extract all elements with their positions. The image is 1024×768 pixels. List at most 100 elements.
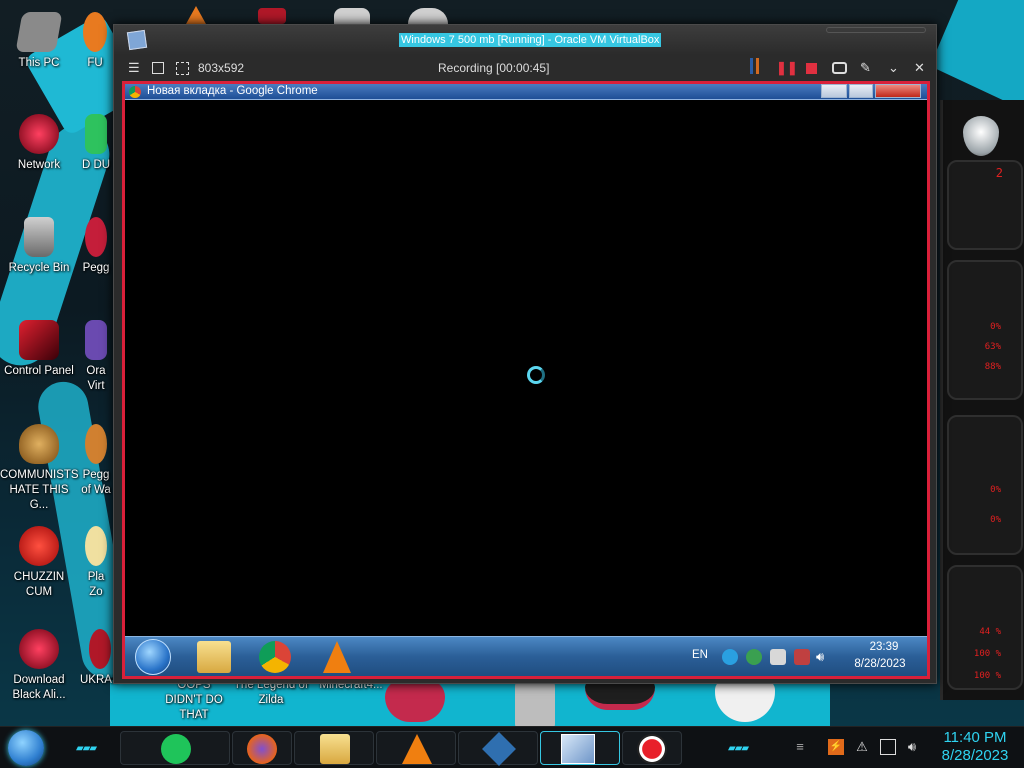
vlc-icon[interactable] xyxy=(402,734,432,764)
camera-icon[interactable] xyxy=(832,62,847,74)
desktop-icon-network[interactable]: Network xyxy=(0,114,78,173)
desktop-icon-label: Ora Virt xyxy=(86,365,106,392)
pause-icon[interactable]: ❚❚ xyxy=(776,60,798,76)
record-icon[interactable] xyxy=(637,734,667,764)
chrome-window-title: Новая вкладка - Google Chrome xyxy=(147,85,318,97)
gadget-panel: 0% 0% xyxy=(947,415,1023,555)
decor-dashes: ▰▰▰ xyxy=(76,743,97,754)
desktop-icon-label: Pegg xyxy=(82,262,110,274)
desktop-icon-partial[interactable]: Pegg xyxy=(80,217,112,276)
network-status-icon[interactable] xyxy=(794,649,810,665)
wallpaper-figure xyxy=(515,680,555,730)
virtualbox-window[interactable]: Windows 7 500 mb [Running] - Oracle VM V… xyxy=(113,24,937,684)
app-icon xyxy=(258,8,286,24)
desktop-icon-partial[interactable]: FU xyxy=(78,12,112,71)
firefox-icon[interactable] xyxy=(247,734,277,764)
vlc-icon xyxy=(186,6,206,24)
desktop-icon-this-pc[interactable]: This PC xyxy=(0,12,78,71)
network-icon[interactable] xyxy=(880,739,896,755)
gadget-readout: 2 xyxy=(995,166,1003,180)
menu-icon[interactable]: ☰ xyxy=(128,60,140,76)
host-clock-time: 11:40 PM xyxy=(943,729,1007,746)
taskbar-dock xyxy=(376,731,456,765)
start-button[interactable] xyxy=(8,730,44,766)
desktop-icon-recycle-bin[interactable]: Recycle Bin xyxy=(0,217,78,276)
guest-clock-date[interactable]: 8/28/2023 xyxy=(840,658,920,670)
gadget-panel: 2 xyxy=(947,160,1023,250)
taskbar-dock xyxy=(458,731,538,766)
fullscreen-icon[interactable] xyxy=(152,62,164,74)
resolution-label: 803x592 xyxy=(198,61,245,75)
guest-screen[interactable]: Новая вкладка - Google Chrome EN 🔊︎ 23:3… xyxy=(125,84,927,676)
pen-icon[interactable]: ✎ xyxy=(860,60,871,76)
desktop-icon-label: Download Black Ali... xyxy=(12,674,66,701)
chrome-titlebar[interactable]: Новая вкладка - Google Chrome xyxy=(125,84,927,100)
desktop-icon-label: Pegg of Wa xyxy=(81,469,111,496)
skype-icon[interactable] xyxy=(722,649,738,665)
titlebar-grip xyxy=(826,27,926,33)
host-clock[interactable]: 11:40 PM 8/28/2023 xyxy=(930,729,1020,765)
desktop-icon-partial[interactable]: Pla Zo xyxy=(80,526,112,600)
taskbar-dock xyxy=(294,731,374,765)
file-explorer-icon[interactable] xyxy=(320,734,350,764)
windows-start-button[interactable] xyxy=(135,639,171,675)
wallpaper-corner xyxy=(930,0,1024,110)
maximize-button[interactable] xyxy=(849,84,873,98)
recording-toolbar: ☰ 803x592 Recording [00:00:45] ❚❚ ✎ ⌄ ✕ xyxy=(114,55,936,81)
gadget-readout: 0% xyxy=(990,322,1001,332)
network-icon xyxy=(19,114,59,154)
guest-clock-time[interactable]: 23:39 xyxy=(854,641,914,653)
network-globe-icon[interactable] xyxy=(746,649,762,665)
taskbar-dock xyxy=(120,731,230,765)
stop-icon[interactable] xyxy=(806,63,817,74)
system-monitor-gadget: 2 0% 63% 88% 0% 0% 44 % 100 % 100 % xyxy=(940,100,1024,700)
close-button[interactable] xyxy=(875,84,921,98)
explorer-icon[interactable] xyxy=(197,641,231,673)
app-icon xyxy=(89,629,111,669)
minimize-button[interactable] xyxy=(821,84,847,98)
app-icon xyxy=(408,8,448,24)
stripes-icon: ≡ xyxy=(796,739,804,754)
gadget-readout: 44 % xyxy=(979,627,1001,637)
host-clock-date: 8/28/2023 xyxy=(941,747,1009,764)
vlc-icon[interactable] xyxy=(323,641,351,673)
desktop-icon-communists[interactable]: COMMUNISTS HATE THIS G... xyxy=(0,424,79,513)
close-icon[interactable]: ✕ xyxy=(914,60,925,76)
desktop-icon-download[interactable]: Download Black Ali... xyxy=(0,629,78,703)
desktop-icon-chuzzin[interactable]: CHUZZIN CUM xyxy=(0,526,78,600)
host-taskbar: ▰▰▰ ▰▰▰ ≡ ⚡ ⚠ 🔊︎ 11:40 PM 8/28/2023 xyxy=(0,726,1024,768)
taskbar-dock xyxy=(622,731,682,765)
vm-window-icon[interactable] xyxy=(561,734,595,764)
virtualbox-icon[interactable] xyxy=(482,732,516,766)
region-select-icon[interactable] xyxy=(176,62,189,75)
desktop-icon-control-panel[interactable]: Control Panel xyxy=(0,320,78,379)
desktop-icon-label: Control Panel xyxy=(4,365,74,377)
language-indicator[interactable]: EN xyxy=(692,649,708,661)
volume-icon[interactable]: 🔊︎ xyxy=(904,739,920,755)
chrome-taskbar-icon[interactable] xyxy=(259,641,291,673)
chrome-icon xyxy=(129,86,141,98)
gadget-panel: 0% 63% 88% xyxy=(947,260,1023,400)
desktop-icon-label: CHUZZIN CUM xyxy=(13,571,65,598)
desktop-icon-label: D DU xyxy=(81,159,111,171)
desktop-icon-partial[interactable]: Ora Virt xyxy=(80,320,112,394)
gadget-panel: 44 % 100 % 100 % xyxy=(947,565,1023,690)
taskbar-dock xyxy=(232,731,292,765)
window-titlebar[interactable]: Windows 7 500 mb [Running] - Oracle VM V… xyxy=(114,25,936,55)
guest-system-tray: EN 🔊︎ 23:39 8/28/2023 xyxy=(690,637,920,676)
desktop-icon-label: This PC xyxy=(18,57,60,69)
gadget-readout: 88% xyxy=(984,362,1001,372)
volume-icon[interactable]: 🔊︎ xyxy=(816,649,832,665)
desktop-icon-partial[interactable]: D DU xyxy=(80,114,112,173)
app-icon xyxy=(85,114,107,154)
app-tray-icon[interactable]: ⚡ xyxy=(828,739,844,755)
warning-icon[interactable]: ⚠ xyxy=(854,739,870,755)
wallpaper-figure xyxy=(385,680,445,722)
spotify-icon[interactable] xyxy=(161,734,191,764)
guest-taskbar: EN 🔊︎ 23:39 8/28/2023 xyxy=(125,636,927,676)
chevron-down-icon[interactable]: ⌄ xyxy=(888,60,899,76)
chuzzle-icon xyxy=(19,526,59,566)
desktop-icon-partial[interactable]: Pegg of Wa xyxy=(80,424,112,498)
desktop-icon-oops[interactable]: OOPS DIDN'T DO THAT xyxy=(158,678,230,723)
action-center-icon[interactable] xyxy=(770,649,786,665)
